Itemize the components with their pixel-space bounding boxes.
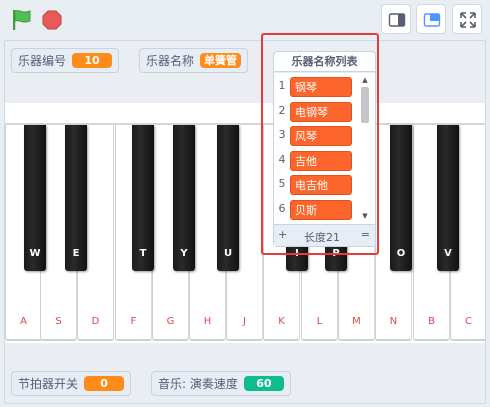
normal-stage-icon: [423, 13, 441, 27]
instrument-number-monitor[interactable]: 乐器编号 10: [11, 48, 120, 73]
white-key-label: D: [91, 316, 100, 327]
stage-toolbar: [0, 0, 490, 40]
black-key-label: V: [444, 248, 452, 259]
white-key-label: S: [55, 316, 62, 327]
white-key-label: G: [166, 316, 175, 327]
monitor-value: 60: [243, 376, 284, 391]
black-key[interactable]: Y: [173, 125, 195, 271]
fullscreen-button[interactable]: [452, 4, 482, 34]
black-key-label: Y: [180, 248, 188, 259]
fullscreen-icon: [460, 12, 476, 28]
stop-icon[interactable]: [42, 10, 62, 30]
normal-stage-button[interactable]: [416, 4, 446, 34]
black-key-label: U: [223, 248, 233, 259]
white-key-label: N: [389, 316, 398, 327]
metronome-monitor[interactable]: 节拍器开关 0: [11, 371, 132, 396]
keyboard-top-bar: [5, 103, 485, 125]
piano-keyboard[interactable]: ASDFGHJKLMNBC WETYUIPOV: [5, 103, 485, 343]
black-key-label: W: [29, 248, 41, 259]
monitor-value: 10: [72, 53, 113, 68]
instrument-name-monitor[interactable]: 乐器名称 单簧管: [139, 48, 249, 73]
monitor-label: 音乐: 演奏速度: [158, 377, 238, 391]
list-highlight-box: [261, 33, 379, 255]
black-key-label: O: [396, 248, 406, 259]
monitor-value: 单簧管: [200, 53, 242, 68]
white-key-label: L: [316, 316, 323, 327]
tempo-monitor[interactable]: 音乐: 演奏速度 60: [151, 371, 291, 396]
white-key-label: C: [465, 316, 472, 327]
white-key-label: K: [278, 316, 285, 327]
monitor-label: 节拍器开关: [18, 377, 79, 391]
black-key[interactable]: W: [24, 125, 46, 271]
black-key[interactable]: E: [65, 125, 87, 271]
white-key-label: J: [243, 316, 246, 327]
black-key[interactable]: O: [390, 125, 412, 271]
white-key-label: A: [20, 316, 27, 327]
monitor-label: 乐器名称: [146, 54, 195, 68]
small-stage-icon: [388, 13, 406, 27]
small-stage-button[interactable]: [381, 4, 411, 34]
white-key-label: H: [203, 316, 212, 327]
black-key[interactable]: V: [437, 125, 459, 271]
white-key-label: B: [428, 316, 435, 327]
black-key-label: T: [139, 248, 147, 259]
black-key[interactable]: U: [217, 125, 239, 271]
stage[interactable]: ASDFGHJKLMNBC WETYUIPOV 乐器编号 10 乐器名称 单簧管…: [4, 40, 486, 404]
monitor-label: 乐器编号: [18, 54, 67, 68]
green-flag-icon[interactable]: [10, 8, 34, 32]
monitor-value: 0: [84, 376, 125, 391]
white-key-label: F: [130, 316, 137, 327]
black-key-label: E: [72, 248, 80, 259]
black-key[interactable]: T: [132, 125, 154, 271]
white-key-label: M: [352, 316, 361, 327]
